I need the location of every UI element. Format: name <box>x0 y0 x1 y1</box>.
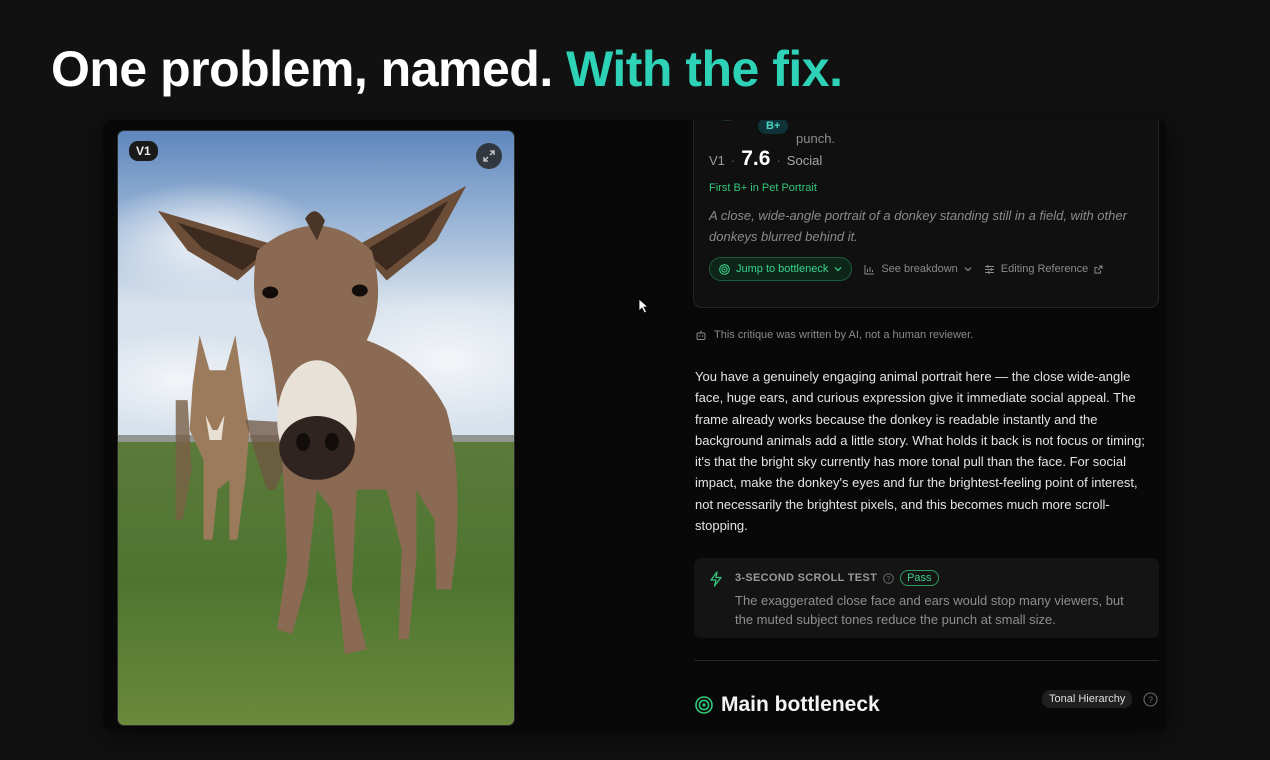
card-actions: Jump to bottleneck See breakdown Editing… <box>709 257 1103 281</box>
help-icon[interactable]: ? <box>883 572 894 584</box>
scroll-test-label: 3-SECOND SCROLL TEST <box>735 572 878 584</box>
headline-part-2: With the fix. <box>566 41 843 97</box>
score-value: 7.6 <box>741 147 771 170</box>
sliders-icon <box>984 264 994 274</box>
jump-label: Jump to bottleneck <box>736 263 829 275</box>
bar-chart-icon <box>864 264 875 274</box>
critique-body: You have a genuinely engaging animal por… <box>695 369 1145 534</box>
breakdown-label: See breakdown <box>881 263 958 275</box>
critique-panel: B+ punch. V1 · 7.6 · Social First B+ in … <box>693 120 1163 730</box>
score-card: B+ punch. V1 · 7.6 · Social First B+ in … <box>693 120 1159 308</box>
tonal-hierarchy-tag: Tonal Hierarchy <box>1042 690 1133 708</box>
help-icon[interactable]: ? <box>1143 692 1158 707</box>
jump-to-bottleneck-button[interactable]: Jump to bottleneck <box>709 257 853 281</box>
ai-disclaimer-text: This critique was written by AI, not a h… <box>714 329 974 341</box>
chevron-down-icon <box>834 267 842 272</box>
svg-text:?: ? <box>887 576 891 583</box>
svg-text:?: ? <box>1148 695 1153 705</box>
page-headline: One problem, named. With the fix. <box>51 40 843 98</box>
photo-preview[interactable]: V1 <box>117 130 515 726</box>
mouse-cursor-icon <box>638 298 650 314</box>
target-icon <box>695 696 713 714</box>
separator: · <box>730 153 736 168</box>
grade-badge: B+ <box>758 120 789 134</box>
scroll-test-header: 3-SECOND SCROLL TEST ? Pass <box>735 570 939 586</box>
version-badge: V1 <box>129 141 158 161</box>
editing-reference-link[interactable]: Editing Reference <box>984 263 1103 275</box>
score-category: Social <box>786 153 823 168</box>
external-link-icon <box>1094 265 1103 273</box>
bottleneck-title: Main bottleneck <box>721 693 880 716</box>
reference-label: Editing Reference <box>1000 263 1089 275</box>
lightning-icon <box>710 571 722 587</box>
expand-icon <box>483 150 495 162</box>
achievement-text: First B+ in Pet Portrait <box>709 182 817 194</box>
robot-icon <box>696 330 706 340</box>
chevron-down-icon <box>964 267 972 272</box>
photo-description: A close, wide-angle portrait of a donkey… <box>709 208 1127 244</box>
app-window: V1 B+ punch. V1 · 7.6 · Social First B+ … <box>103 120 1167 730</box>
scroll-test-text: The exaggerated close face and ears woul… <box>735 593 1124 627</box>
headline-part-1: One problem, named. <box>51 41 553 97</box>
expand-button[interactable] <box>476 143 502 169</box>
score-version: V1 <box>709 153 725 168</box>
card-summary-tail: punch. <box>796 120 835 146</box>
divider <box>694 660 1159 661</box>
bottleneck-heading: Main bottleneck <box>695 693 880 717</box>
avatar <box>710 120 744 121</box>
donkey-photo <box>118 131 514 725</box>
scroll-test-card: 3-SECOND SCROLL TEST ? Pass The exaggera… <box>694 558 1159 638</box>
summary-text: punch. <box>796 131 836 146</box>
ai-disclaimer: This critique was written by AI, not a h… <box>695 329 973 341</box>
score-line: V1 · 7.6 · Social <box>709 147 822 171</box>
separator: · <box>776 153 781 168</box>
target-icon <box>719 263 730 275</box>
status-badge: Pass <box>900 570 939 586</box>
see-breakdown-button[interactable]: See breakdown <box>864 263 972 275</box>
